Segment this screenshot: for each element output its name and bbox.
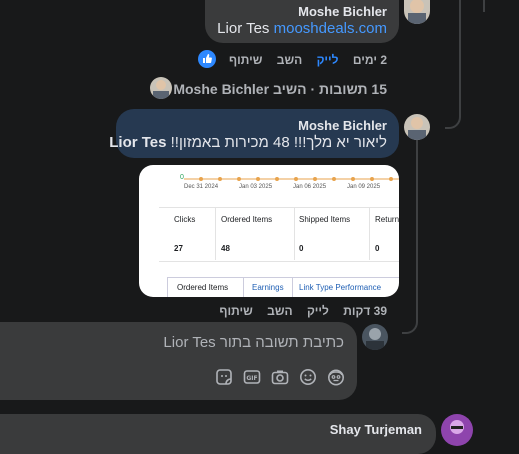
stat-value: 0 (299, 244, 304, 253)
trend-line (184, 177, 399, 181)
stat-header: Ordered Items (221, 215, 273, 224)
stat-value: 48 (221, 244, 230, 253)
emoji-icon[interactable] (299, 368, 317, 386)
comment-author[interactable]: Moshe Bichler (298, 118, 387, 133)
comment-time[interactable]: 2 ימים (353, 53, 387, 67)
comment-author[interactable]: Moshe Bichler (298, 4, 387, 19)
avatar[interactable] (362, 324, 388, 350)
like-reaction-icon[interactable] (198, 50, 216, 68)
stat-header: Shipped Items (299, 215, 351, 224)
divider (215, 208, 216, 260)
divider (292, 277, 293, 297)
view-replies-button[interactable]: 15 תשובות · השיב Moshe Bichler (173, 81, 387, 97)
like-button[interactable]: לייק (317, 53, 339, 67)
reply-button[interactable]: השב (277, 53, 302, 67)
like-button[interactable]: לייק (307, 304, 329, 318)
share-button[interactable]: שיתוף (219, 304, 252, 318)
thread-line-reply (402, 139, 418, 334)
comment-actions: 39 דקות לייק השב שיתוף (208, 304, 387, 318)
tagged-user[interactable]: Lior Tes (217, 20, 269, 37)
divider (294, 208, 295, 260)
attached-image[interactable]: 0 Dec 31 2024 Jan 03 2025 Jan 06 2025 Ja… (139, 165, 399, 297)
thread-line-top (483, 0, 485, 12)
avatar[interactable] (404, 114, 430, 140)
tab-ordered-items: Ordered Items (177, 283, 229, 292)
chart-date: Jan 09 2025 (347, 184, 381, 190)
chart-date: Jan 06 2025 (293, 184, 327, 190)
tab-link-type: Link Type Performance (299, 283, 382, 292)
gif-icon[interactable]: GIF (243, 368, 261, 386)
chart-date: Dec 31 2024 (184, 184, 219, 190)
comment-body: ליאור יא מלך!!! 48 מכירות באמזון!! (170, 134, 387, 151)
tab-earnings: Earnings (252, 283, 284, 292)
tagged-user[interactable]: Lior Tes (109, 134, 166, 151)
chart-date: Jan 03 2025 (239, 184, 273, 190)
stat-header: Clicks (174, 215, 196, 224)
replies-author: Moshe Bichler (173, 81, 270, 97)
replies-count: 15 תשובות (319, 81, 387, 97)
replies-action: השיב (272, 81, 307, 97)
stat-header: Return (375, 215, 399, 224)
comment-actions: 2 ימים לייק השב שיתוף (218, 53, 387, 67)
chart-point-label: 0 (180, 174, 184, 181)
comment-text: ליאור יא מלך!!! 48 מכירות באמזון!! Lior … (109, 134, 387, 151)
comment-link[interactable]: mooshdeals.com (274, 20, 387, 37)
comment-text: Lior Tes mooshdeals.com (217, 20, 387, 37)
sticker-icon[interactable] (215, 368, 233, 386)
avatar[interactable] (404, 0, 430, 24)
reply-button[interactable]: השב (267, 304, 292, 318)
camera-icon[interactable] (271, 368, 289, 386)
avatar[interactable] (441, 414, 473, 446)
divider (243, 277, 244, 297)
divider (369, 208, 370, 260)
stat-value: 27 (174, 244, 183, 253)
comment-time[interactable]: 39 דקות (343, 304, 387, 318)
stat-value: 0 (375, 244, 380, 253)
reply-input[interactable]: כתיבת תשובה בתור Lior Tes (163, 334, 344, 351)
svg-text:GIF: GIF (246, 375, 257, 382)
divider (159, 207, 399, 208)
avatar[interactable] (150, 77, 172, 99)
avatar-sticker-icon[interactable] (327, 368, 345, 386)
divider (159, 261, 399, 262)
share-button[interactable]: שיתוף (229, 53, 262, 67)
thread-line-main (445, 0, 461, 129)
